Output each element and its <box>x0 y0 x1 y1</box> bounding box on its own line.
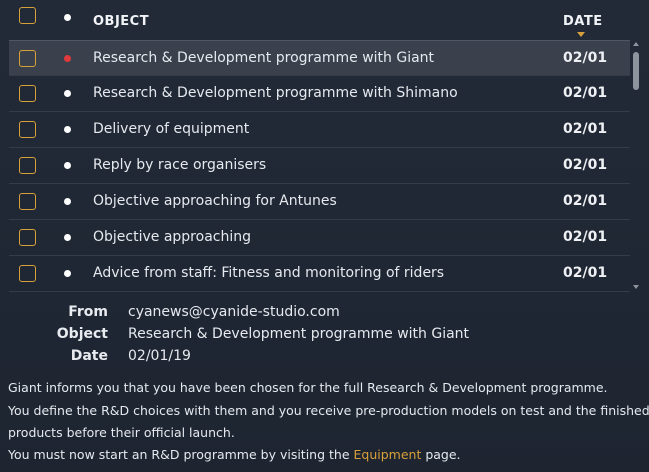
list-header: OBJECT DATE <box>0 0 640 40</box>
read-dot-icon <box>64 234 71 241</box>
date-value: 02/01/19 <box>128 348 191 364</box>
equipment-link[interactable]: Equipment <box>354 447 422 462</box>
body-text-suffix: page. <box>421 447 461 462</box>
row-checkbox[interactable] <box>19 229 36 246</box>
message-list: Research & Development programme with Gi… <box>0 40 630 292</box>
date-label: Date <box>70 348 108 364</box>
row-checkbox[interactable] <box>19 50 36 67</box>
message-row[interactable]: Reply by race organisers 02/01 <box>9 148 630 184</box>
message-row[interactable]: Research & Development programme with Sh… <box>9 76 630 112</box>
message-row[interactable]: Advice from staff: Fitness and monitorin… <box>9 256 630 292</box>
read-dot-icon <box>64 126 71 133</box>
select-all-checkbox[interactable] <box>19 7 36 24</box>
message-object: Research & Development programme with Gi… <box>93 50 435 66</box>
message-row[interactable]: Delivery of equipment 02/01 <box>9 112 630 148</box>
scroll-down-icon[interactable] <box>633 285 639 289</box>
message-date: 02/01 <box>563 50 608 66</box>
scroll-up-icon[interactable] <box>633 42 639 46</box>
message-object: Research & Development programme with Sh… <box>93 85 458 101</box>
read-dot-icon <box>64 90 71 97</box>
body-line: You define the R&D choices with them and… <box>8 403 649 418</box>
message-object: Delivery of equipment <box>93 121 250 137</box>
scrollbar-thumb[interactable] <box>633 52 639 90</box>
body-line: products before their official launch. <box>8 425 235 440</box>
message-date: 02/01 <box>563 265 608 281</box>
message-object: Objective approaching <box>93 229 251 245</box>
list-scrollbar[interactable] <box>631 40 639 292</box>
row-checkbox[interactable] <box>19 157 36 174</box>
read-dot-icon <box>64 270 71 277</box>
message-object: Objective approaching for Antunes <box>93 193 337 209</box>
from-value: cyanews@cyanide-studio.com <box>128 304 340 320</box>
object-label: Object <box>56 326 108 342</box>
unread-dot-icon <box>64 55 71 62</box>
message-row[interactable]: Objective approaching 02/01 <box>9 220 630 256</box>
message-row[interactable]: Objective approaching for Antunes 02/01 <box>9 184 630 220</box>
row-checkbox[interactable] <box>19 265 36 282</box>
body-line: Giant informs you that you have been cho… <box>8 380 608 395</box>
message-date: 02/01 <box>563 229 608 245</box>
row-checkbox[interactable] <box>19 121 36 138</box>
read-dot-icon <box>64 198 71 205</box>
message-date: 02/01 <box>563 157 608 173</box>
body-text-prefix: You must now start an R&D programme by v… <box>8 447 354 462</box>
message-object: Advice from staff: Fitness and monitorin… <box>93 265 445 281</box>
column-header-date[interactable]: DATE <box>563 14 603 29</box>
object-value: Research & Development programme with Gi… <box>128 326 470 342</box>
row-checkbox[interactable] <box>19 193 36 210</box>
column-header-object[interactable]: OBJECT <box>93 14 149 29</box>
message-object: Reply by race organisers <box>93 157 267 173</box>
message-date: 02/01 <box>563 193 608 209</box>
read-dot-icon <box>64 162 71 169</box>
from-label: From <box>68 304 108 320</box>
body-line: You must now start an R&D programme by v… <box>8 447 461 462</box>
read-status-header-icon <box>64 14 71 21</box>
message-date: 02/01 <box>563 85 608 101</box>
message-date: 02/01 <box>563 121 608 137</box>
message-row[interactable]: Research & Development programme with Gi… <box>9 40 630 76</box>
row-checkbox[interactable] <box>19 85 36 102</box>
sort-descending-icon <box>577 32 585 37</box>
